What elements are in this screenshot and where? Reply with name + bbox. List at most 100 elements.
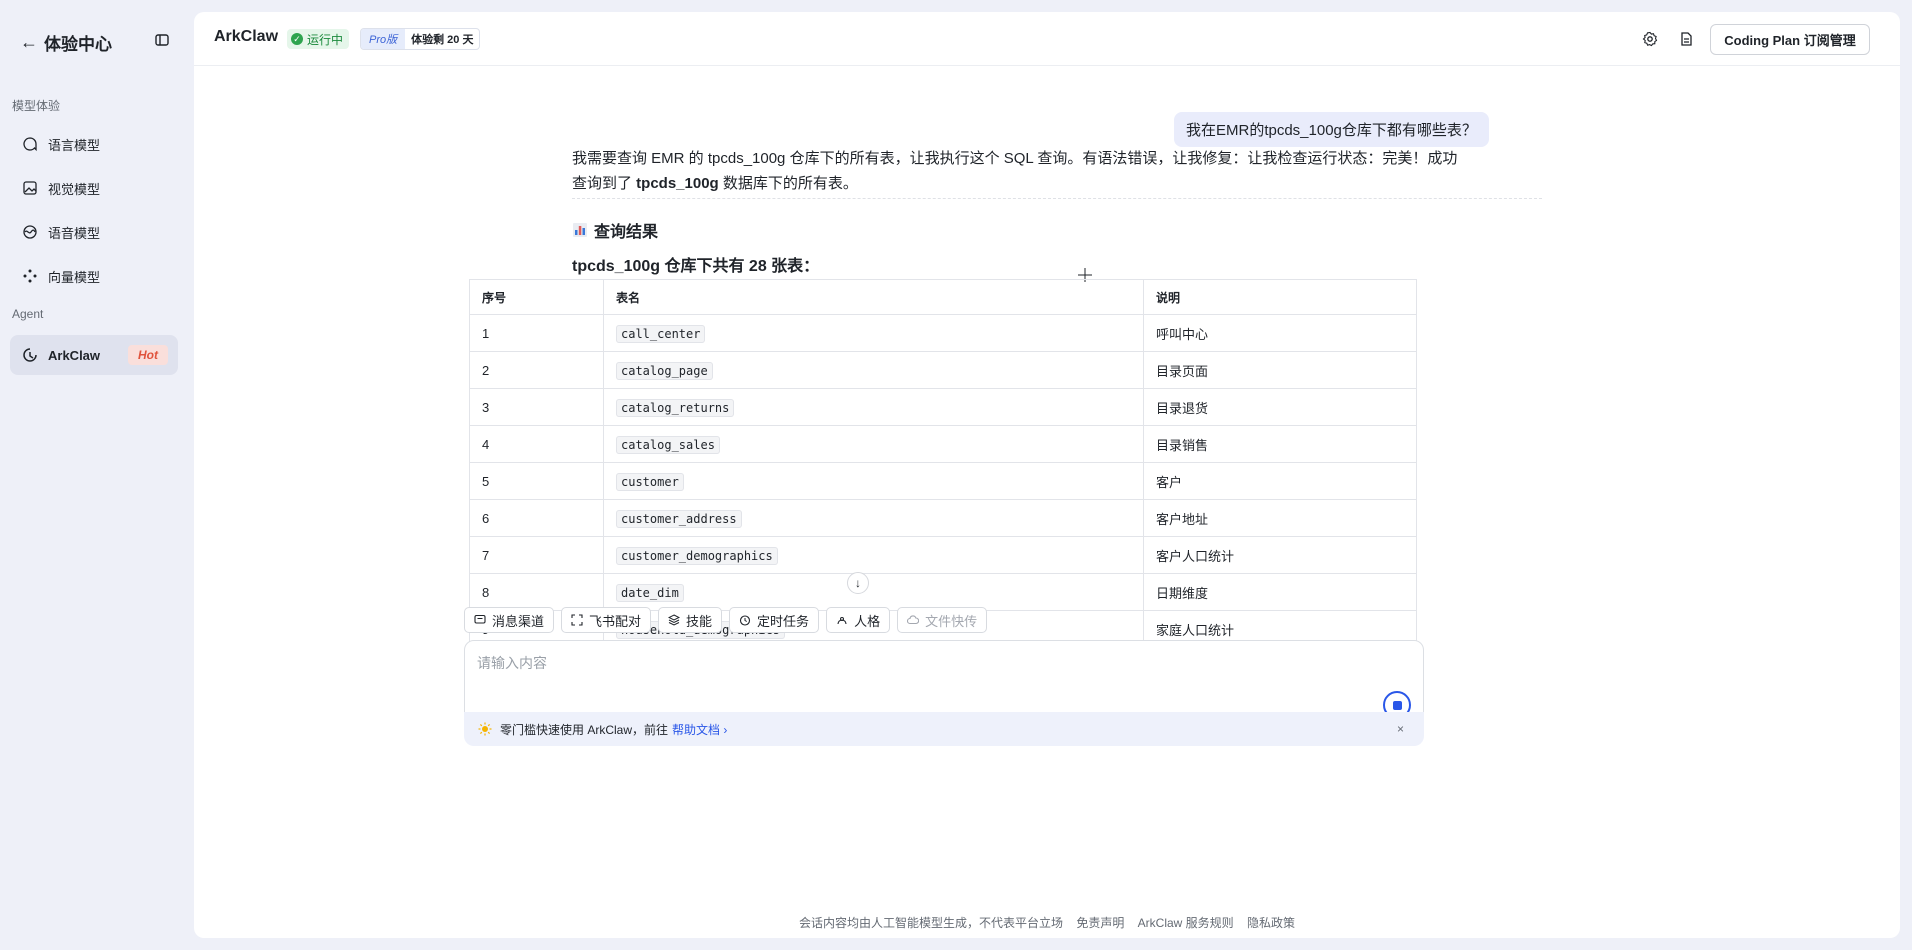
sidebar-item-label: 视觉模型 — [48, 181, 101, 197]
chip-message-channel[interactable]: 消息渠道 — [464, 607, 555, 633]
chip-label: 人格 — [854, 613, 881, 629]
claw-icon — [23, 348, 37, 362]
chip-label: 文件快传 — [925, 613, 978, 629]
close-icon[interactable]: × — [1397, 722, 1404, 736]
sidebar-item-arkclaw[interactable]: ArkClaw Hot — [10, 335, 178, 375]
table-name: call_center — [616, 324, 706, 343]
message-icon — [474, 614, 486, 624]
table-name: customer_address — [616, 509, 742, 528]
back-arrow-icon[interactable]: ← — [20, 32, 40, 53]
row-index: 7 — [469, 536, 604, 574]
column-header: 说明 — [1143, 279, 1417, 315]
sidebar-item-language-model[interactable]: 语言模型 — [10, 124, 178, 164]
table-row: 7 customer_demographics 客户人口统计 — [469, 536, 1417, 574]
sidebar-item-label: 向量模型 — [48, 269, 101, 285]
sidebar-header: ← 体验中心 — [20, 28, 170, 56]
coding-plan-button[interactable]: Coding Plan 订阅管理 — [1710, 24, 1870, 55]
assistant-answer: 我需要查询 EMR 的 tpcds_100g 仓库下的所有表，让我执行这个 SQ… — [572, 146, 1542, 196]
document-icon[interactable] — [1678, 31, 1694, 47]
chat-icon — [23, 137, 37, 152]
section-label-models: 模型体验 — [12, 99, 61, 113]
answer-text: 查询到了 — [572, 175, 637, 192]
tip-bar: 零门槛快速使用 ArkClaw，前往 帮助文档 › × — [464, 712, 1424, 746]
row-index: 4 — [469, 425, 604, 463]
scroll-down-button[interactable]: ↓ — [847, 572, 869, 594]
table-row: 2 catalog_page 目录页面 — [469, 351, 1417, 389]
footer-link-disclaimer[interactable]: 免责声明 — [1076, 916, 1124, 930]
layers-icon — [668, 614, 681, 626]
chip-file-transfer[interactable]: 文件快传 — [897, 607, 988, 633]
row-description: 目录退货 — [1143, 388, 1417, 426]
image-icon — [23, 181, 37, 195]
row-index: 2 — [469, 351, 604, 389]
row-description: 客户 — [1143, 462, 1417, 500]
plan-badge: Pro版 体验剩 20 天 — [360, 28, 481, 50]
row-table-name-cell: customer_address — [603, 499, 1144, 537]
tip-text: 零门槛快速使用 ArkClaw，前往 — [500, 722, 669, 737]
answer-line: 我需要查询 EMR 的 tpcds_100g 仓库下的所有表，让我执行这个 SQ… — [572, 150, 1458, 167]
sidebar-item-vision-model[interactable]: 视觉模型 — [10, 168, 178, 208]
divider — [572, 198, 1542, 199]
sidebar-title: 体验中心 — [44, 34, 112, 54]
row-table-name-cell: catalog_returns — [603, 388, 1144, 426]
footer: 会话内容均由人工智能模型生成，不代表平台立场 免责声明 ArkClaw 服务规则… — [194, 914, 1900, 931]
row-table-name-cell: customer_demographics — [603, 536, 1144, 574]
chat-input-placeholder: 请输入内容 — [477, 655, 547, 671]
row-index: 8 — [469, 573, 604, 611]
table-header-row: 序号 表名 说明 — [469, 279, 1417, 315]
brand-title: ArkClaw — [214, 28, 279, 45]
table-row: 6 customer_address 客户地址 — [469, 499, 1417, 537]
result-heading-text: 查询结果 — [594, 224, 659, 241]
sidebar-collapse-icon[interactable] — [154, 32, 170, 48]
chip-label: 飞书配对 — [589, 613, 642, 629]
row-description: 目录销售 — [1143, 425, 1417, 463]
check-icon: ✓ — [291, 33, 303, 45]
answer-bold-text: tpcds_100g — [636, 175, 719, 192]
sidebar-item-label: 语音模型 — [48, 225, 101, 241]
row-description: 目录页面 — [1143, 351, 1417, 389]
settings-gear-icon[interactable] — [1642, 31, 1658, 47]
row-index: 3 — [469, 388, 604, 426]
main-panel: ArkClaw ✓ 运行中 Pro版 体验剩 20 天 Coding Plan … — [194, 12, 1900, 938]
top-bar: ArkClaw ✓ 运行中 Pro版 体验剩 20 天 Coding Plan … — [194, 12, 1900, 66]
sidebar-item-audio-model[interactable]: 语音模型 — [10, 212, 178, 252]
table-row: 8 date_dim 日期维度 — [469, 573, 1417, 611]
table-row: 5 customer 客户 — [469, 462, 1417, 500]
section-label-agent: Agent — [12, 307, 44, 321]
table-row: 3 catalog_returns 目录退货 — [469, 388, 1417, 426]
user-message: 我在EMR的tpcds_100g仓库下都有哪些表？ — [1174, 112, 1489, 147]
sidebar-item-label: 语言模型 — [48, 137, 101, 153]
vector-icon — [23, 269, 37, 283]
chevron-right-icon: › — [723, 722, 728, 737]
pro-tag: Pro版 — [361, 29, 406, 49]
row-table-name-cell: date_dim — [603, 573, 1144, 611]
row-table-name-cell: customer — [603, 462, 1144, 500]
arrow-down-icon: ↓ — [855, 576, 861, 590]
chip-label: 技能 — [686, 613, 713, 629]
trial-remaining: 体验剩 20 天 — [411, 34, 474, 46]
row-index: 6 — [469, 499, 604, 537]
row-table-name-cell: catalog_sales — [603, 425, 1144, 463]
column-header: 表名 — [603, 279, 1144, 315]
footer-link-service-rules[interactable]: ArkClaw 服务规则 — [1138, 916, 1234, 930]
row-description: 客户地址 — [1143, 499, 1417, 537]
table-name: date_dim — [616, 583, 684, 602]
stop-icon — [1392, 700, 1402, 710]
chip-skills[interactable]: 技能 — [658, 607, 723, 633]
chip-persona[interactable]: 人格 — [826, 607, 891, 633]
help-doc-link[interactable]: 帮助文档 › — [672, 721, 727, 738]
result-subtitle: tpcds_100g 仓库下共有 28 张表： — [572, 258, 820, 275]
quick-actions: 消息渠道 飞书配对 技能 定时任务 人格 文件快传 — [464, 607, 988, 633]
sidebar-item-vector-model[interactable]: 向量模型 — [10, 256, 178, 296]
audio-icon — [23, 225, 37, 239]
row-description: 客户人口统计 — [1143, 536, 1417, 574]
chip-scheduled-task[interactable]: 定时任务 — [729, 607, 820, 633]
footer-link-privacy[interactable]: 隐私政策 — [1247, 916, 1295, 930]
table-name: catalog_page — [616, 361, 713, 380]
column-header: 序号 — [469, 279, 604, 315]
answer-text: 数据库下的所有表。 — [718, 175, 858, 192]
row-table-name-cell: call_center — [603, 314, 1144, 352]
chip-feishu-pair[interactable]: 飞书配对 — [561, 607, 652, 633]
chip-label: 消息渠道 — [492, 613, 545, 629]
footer-disclaimer-text: 会话内容均由人工智能模型生成，不代表平台立场 — [798, 916, 1063, 930]
